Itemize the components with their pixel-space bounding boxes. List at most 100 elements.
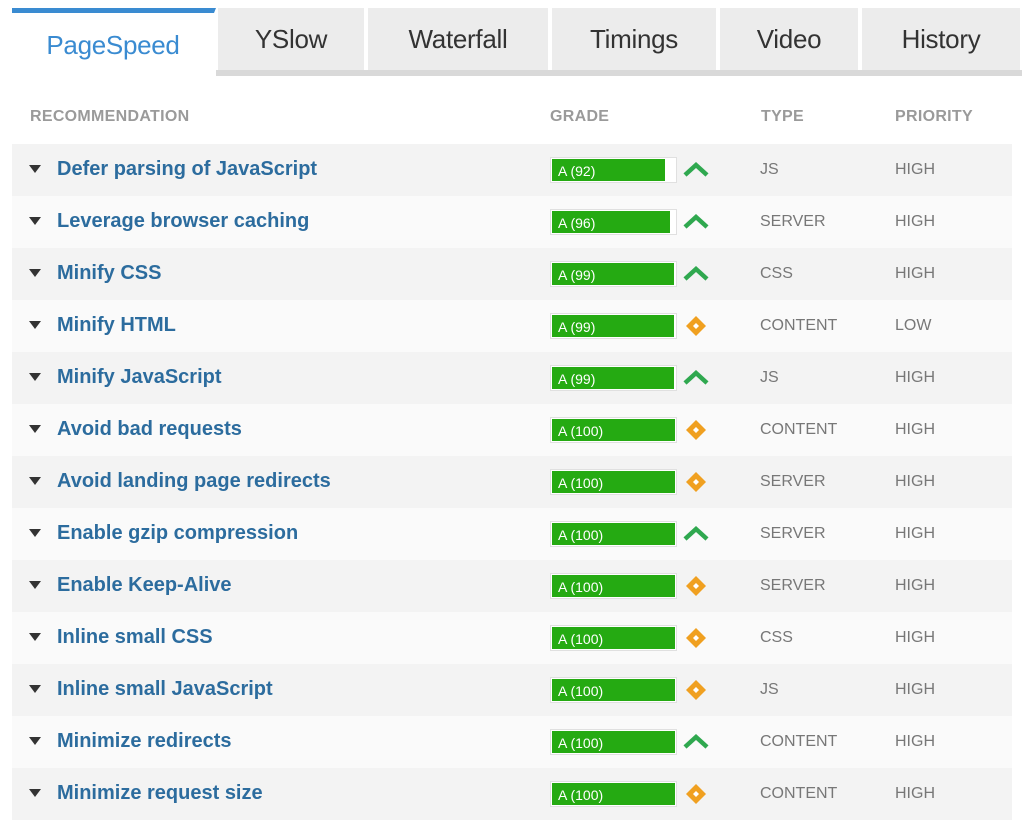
recommendation-link[interactable]: Inline small JavaScript	[57, 678, 273, 701]
grade-bar: A (99)	[550, 365, 677, 391]
recommendation-link[interactable]: Avoid landing page redirects	[57, 470, 331, 493]
type-label: CSS	[760, 629, 793, 646]
trend-up-icon	[683, 158, 709, 182]
recommendation-link[interactable]: Minify CSS	[57, 262, 161, 285]
expand-caret-icon[interactable]	[29, 321, 41, 329]
grade-label: A (100)	[558, 787, 604, 803]
tab-pagespeed[interactable]: PageSpeed	[12, 8, 216, 78]
priority-label: HIGH	[895, 525, 935, 542]
recommendation-link[interactable]: Enable gzip compression	[57, 522, 298, 545]
recommendation-link[interactable]: Minify JavaScript	[57, 366, 222, 389]
grade-bar: A (100)	[550, 469, 677, 495]
trend-neutral-icon	[683, 418, 709, 442]
priority-label: HIGH	[895, 577, 935, 594]
table-header: RECOMMENDATION GRADE TYPE PRIORITY	[12, 108, 1012, 134]
grade-bar: A (99)	[550, 313, 677, 339]
table-row: Minimize request size A (100) CONTENT HIGH	[12, 768, 1012, 820]
grade-label: A (99)	[558, 319, 596, 335]
type-label: SERVER	[760, 525, 826, 542]
grade-label: A (100)	[558, 735, 604, 751]
tab-video[interactable]: Video	[720, 8, 860, 70]
table-row: Inline small CSS A (100) CSS HIGH	[12, 612, 1012, 664]
expand-caret-icon[interactable]	[29, 685, 41, 693]
trend-up-icon	[683, 262, 709, 286]
grade-bar: A (100)	[550, 573, 677, 599]
table-row: Minify JavaScript A (99) JS HIGH	[12, 352, 1012, 404]
tab-yslow[interactable]: YSlow	[218, 8, 366, 70]
expand-caret-icon[interactable]	[29, 425, 41, 433]
grade-bar: A (100)	[550, 677, 677, 703]
expand-caret-icon[interactable]	[29, 737, 41, 745]
type-label: CONTENT	[760, 785, 838, 802]
tab-bar: PageSpeed YSlow Waterfall Timings Video Histo…	[12, 8, 1022, 78]
grade-label: A (100)	[558, 631, 604, 647]
trend-neutral-icon	[683, 626, 709, 650]
table-row: Minify CSS A (99) CSS HIGH	[12, 248, 1012, 300]
priority-label: HIGH	[895, 161, 935, 178]
grade-bar: A (96)	[550, 209, 677, 235]
type-label: CONTENT	[760, 421, 838, 438]
trend-up-icon	[683, 366, 709, 390]
recommendation-link[interactable]: Inline small CSS	[57, 626, 213, 649]
expand-caret-icon[interactable]	[29, 633, 41, 641]
priority-label: HIGH	[895, 785, 935, 802]
expand-caret-icon[interactable]	[29, 217, 41, 225]
recommendation-link[interactable]: Leverage browser caching	[57, 210, 309, 233]
expand-caret-icon[interactable]	[29, 269, 41, 277]
grade-bar: A (92)	[550, 157, 677, 183]
grade-bar: A (100)	[550, 625, 677, 651]
recommendation-link[interactable]: Minimize request size	[57, 782, 263, 805]
table-row: Enable gzip compression A (100) SERVER HIGH	[12, 508, 1012, 560]
table-row: Enable Keep-Alive A (100) SERVER HIGH	[12, 560, 1012, 612]
priority-label: LOW	[895, 317, 932, 334]
recommendation-link[interactable]: Minimize redirects	[57, 730, 232, 753]
grade-label: A (96)	[558, 215, 596, 231]
trend-up-icon	[683, 730, 709, 754]
trend-neutral-icon	[683, 678, 709, 702]
table-row: Avoid landing page redirects A (100) SERVE…	[12, 456, 1012, 508]
grade-label: A (99)	[558, 371, 596, 387]
type-label: JS	[760, 161, 779, 178]
tab-waterfall[interactable]: Waterfall	[368, 8, 550, 70]
recommendation-link[interactable]: Defer parsing of JavaScript	[57, 158, 317, 181]
trend-neutral-icon	[683, 574, 709, 598]
priority-label: HIGH	[895, 421, 935, 438]
trend-neutral-icon	[683, 314, 709, 338]
type-label: CSS	[760, 265, 793, 282]
grade-label: A (100)	[558, 475, 604, 491]
grade-bar: A (99)	[550, 261, 677, 287]
expand-caret-icon[interactable]	[29, 581, 41, 589]
header-type: TYPE	[761, 108, 804, 125]
trend-neutral-icon	[683, 470, 709, 494]
expand-caret-icon[interactable]	[29, 789, 41, 797]
grade-label: A (100)	[558, 527, 604, 543]
type-label: CONTENT	[760, 733, 838, 750]
grade-bar: A (100)	[550, 729, 677, 755]
recommendation-link[interactable]: Minify HTML	[57, 314, 176, 337]
priority-label: HIGH	[895, 681, 935, 698]
priority-label: HIGH	[895, 733, 935, 750]
table-row: Minify HTML A (99) CONTENT LOW	[12, 300, 1012, 352]
type-label: SERVER	[760, 213, 826, 230]
grade-label: A (100)	[558, 579, 604, 595]
expand-caret-icon[interactable]	[29, 529, 41, 537]
grade-label: A (99)	[558, 267, 596, 283]
grade-label: A (100)	[558, 683, 604, 699]
trend-neutral-icon	[683, 782, 709, 806]
tab-timings[interactable]: Timings	[552, 8, 718, 70]
priority-label: HIGH	[895, 369, 935, 386]
table-row: Minimize redirects A (100) CONTENT HIGH	[12, 716, 1012, 768]
expand-caret-icon[interactable]	[29, 165, 41, 173]
table-row: Leverage browser caching A (96) SERVER HIGH	[12, 196, 1012, 248]
priority-label: HIGH	[895, 213, 935, 230]
type-label: JS	[760, 369, 779, 386]
recommendations-table: Defer parsing of JavaScript A (92) JS HIGH L…	[12, 144, 1012, 820]
tab-history[interactable]: History	[862, 8, 1022, 70]
grade-bar: A (100)	[550, 521, 677, 547]
table-row: Defer parsing of JavaScript A (92) JS HIGH	[12, 144, 1012, 196]
expand-caret-icon[interactable]	[29, 373, 41, 381]
recommendation-link[interactable]: Enable Keep-Alive	[57, 574, 232, 597]
recommendation-link[interactable]: Avoid bad requests	[57, 418, 242, 441]
expand-caret-icon[interactable]	[29, 477, 41, 485]
grade-bar: A (100)	[550, 781, 677, 807]
